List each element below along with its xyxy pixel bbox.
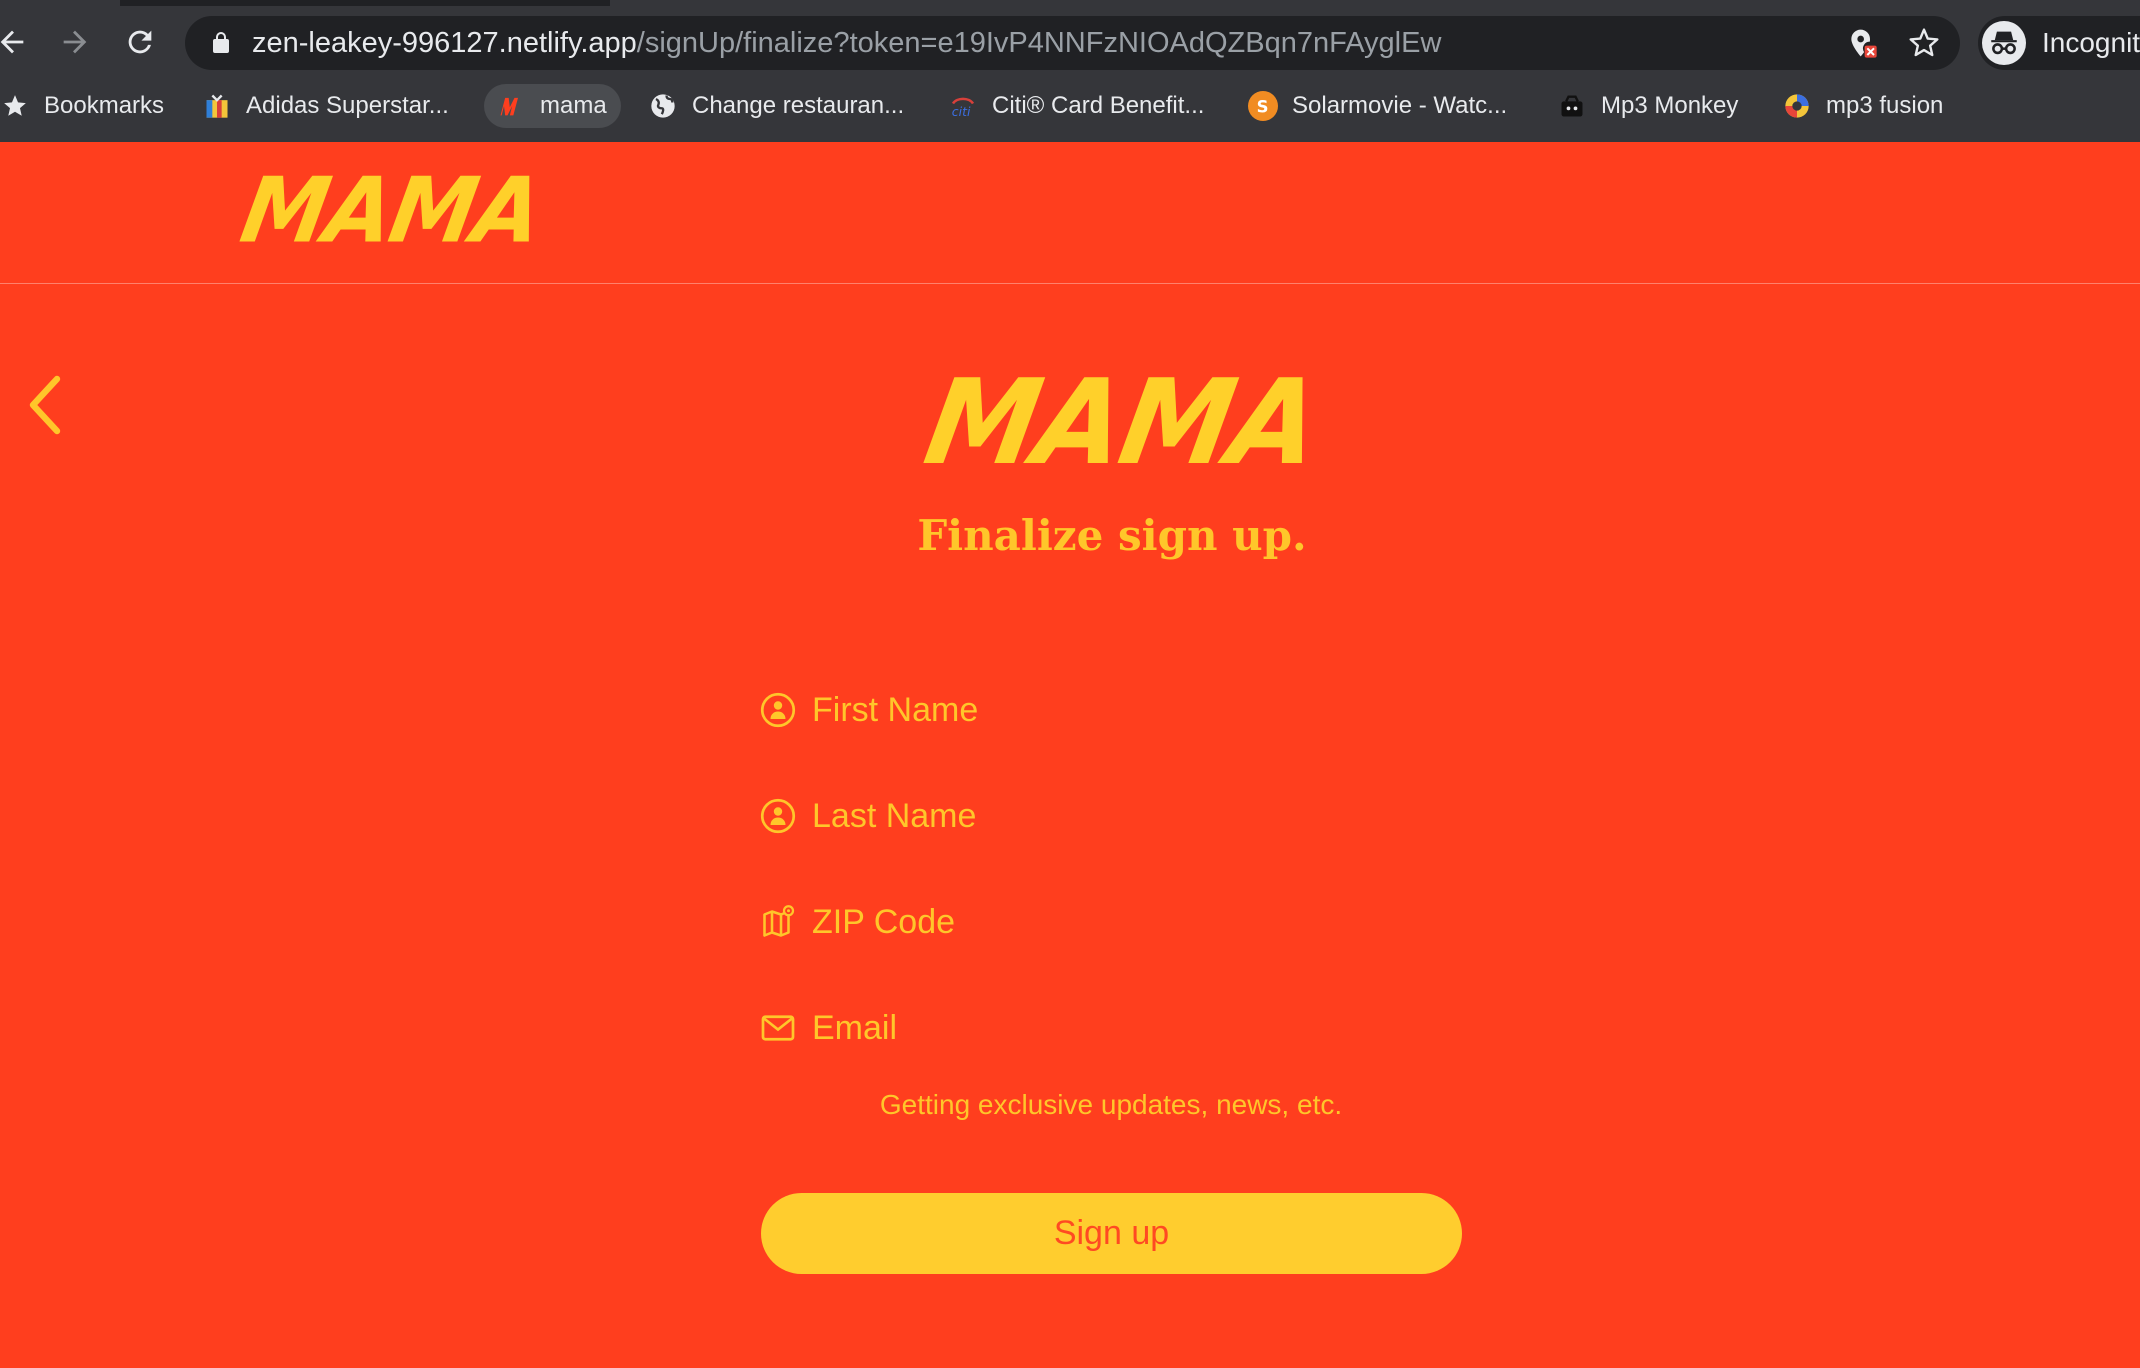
bookmark-label: Mp3 Monkey bbox=[1601, 92, 1739, 119]
bookmark-star-icon[interactable] bbox=[1908, 27, 1940, 59]
svg-text:S: S bbox=[1257, 97, 1269, 116]
bookmark-label: Citi® Card Benefit... bbox=[992, 92, 1205, 119]
email-field bbox=[760, 996, 1462, 1060]
envelope-icon bbox=[761, 1015, 795, 1041]
first-name-field bbox=[760, 678, 1462, 742]
bookmark-item-mama[interactable]: mama bbox=[484, 84, 621, 128]
gift-icon bbox=[202, 91, 232, 121]
tab-active[interactable] bbox=[0, 0, 120, 6]
main-logo: MAMA bbox=[916, 355, 1328, 492]
url-path: /signUp/finalize?token=e19IvP4NNFzNIOAdQ… bbox=[636, 27, 1442, 59]
back-arrow-icon[interactable] bbox=[0, 18, 36, 66]
bookmark-label: Solarmovie - Watc... bbox=[1292, 92, 1508, 119]
star-icon bbox=[0, 91, 30, 121]
incognito-icon bbox=[1982, 21, 2026, 65]
bookmark-item-mp3-monkey[interactable]: Mp3 Monkey bbox=[1557, 84, 1738, 128]
last-name-field bbox=[760, 784, 1462, 848]
email-input[interactable] bbox=[812, 996, 1462, 1060]
fusion-favicon bbox=[1782, 91, 1812, 121]
first-name-input[interactable] bbox=[812, 678, 1462, 742]
logo-text: MAMA bbox=[233, 158, 549, 264]
citi-favicon: citi bbox=[948, 91, 978, 121]
zip-code-field bbox=[760, 890, 1462, 954]
svg-text:citi: citi bbox=[952, 104, 971, 119]
globe-icon bbox=[648, 91, 678, 121]
bookmark-label: mama bbox=[540, 92, 607, 119]
address-bar[interactable]: zen-leakey-996127.netlify.app/signUp/fin… bbox=[185, 16, 1960, 70]
site-header: MAMA bbox=[0, 142, 2140, 284]
last-name-input[interactable] bbox=[812, 784, 1462, 848]
map-pin-icon bbox=[763, 905, 795, 937]
bookmarks-bar: Bookmarks Adidas Superstar... mama Chang… bbox=[0, 84, 2140, 128]
url-host: zen-leakey-996127.netlify.app bbox=[252, 27, 637, 59]
bookmark-item-mp3-fusion[interactable]: mp3 fusion bbox=[1782, 84, 1943, 128]
bookmark-item-solarmovie[interactable]: S Solarmovie - Watc... bbox=[1248, 84, 1507, 128]
url-text[interactable]: zen-leakey-996127.netlify.app/signUp/fin… bbox=[252, 26, 1441, 60]
location-blocked-icon[interactable] bbox=[1846, 27, 1878, 59]
sign-up-button[interactable]: Sign up bbox=[761, 1193, 1462, 1274]
page-title: Finalize sign up. bbox=[917, 511, 1307, 560]
bookmark-label: Change restauran... bbox=[692, 92, 905, 119]
chevron-left-icon bbox=[29, 375, 61, 435]
tab-inactive[interactable] bbox=[610, 0, 2140, 6]
forward-arrow-icon[interactable] bbox=[51, 18, 99, 66]
bookmark-label: Adidas Superstar... bbox=[246, 92, 449, 119]
bookmark-item-citi[interactable]: citi Citi® Card Benefit... bbox=[948, 84, 1205, 128]
zip-code-input[interactable] bbox=[812, 890, 1462, 954]
user-circle-icon bbox=[760, 798, 796, 834]
bookmark-item-bookmarks[interactable]: Bookmarks bbox=[0, 84, 164, 128]
bookmark-label: mp3 fusion bbox=[1826, 92, 1944, 119]
profile-label: Incognit bbox=[2042, 27, 2140, 58]
bookmark-item-adidas[interactable]: Adidas Superstar... bbox=[202, 84, 449, 128]
browser-chrome: zen-leakey-996127.netlify.app/signUp/fin… bbox=[0, 0, 2140, 142]
bookmark-label: Bookmarks bbox=[44, 92, 165, 119]
lock-icon[interactable] bbox=[209, 31, 233, 55]
incognito-profile-button[interactable]: Incognit bbox=[1978, 16, 2140, 70]
back-button[interactable] bbox=[20, 370, 70, 440]
mama-favicon bbox=[496, 91, 526, 121]
logo-text: MAMA bbox=[915, 354, 1329, 492]
tab-strip bbox=[0, 0, 2140, 6]
solarmovie-favicon: S bbox=[1248, 91, 1278, 121]
monkey-favicon bbox=[1557, 91, 1587, 121]
header-logo[interactable]: MAMA bbox=[234, 159, 549, 264]
reload-icon[interactable] bbox=[116, 18, 164, 66]
user-circle-icon bbox=[760, 692, 796, 728]
bookmark-item-change-restaurant[interactable]: Change restauran... bbox=[648, 84, 904, 128]
email-hint: Getting exclusive updates, news, etc. bbox=[879, 1089, 1343, 1120]
